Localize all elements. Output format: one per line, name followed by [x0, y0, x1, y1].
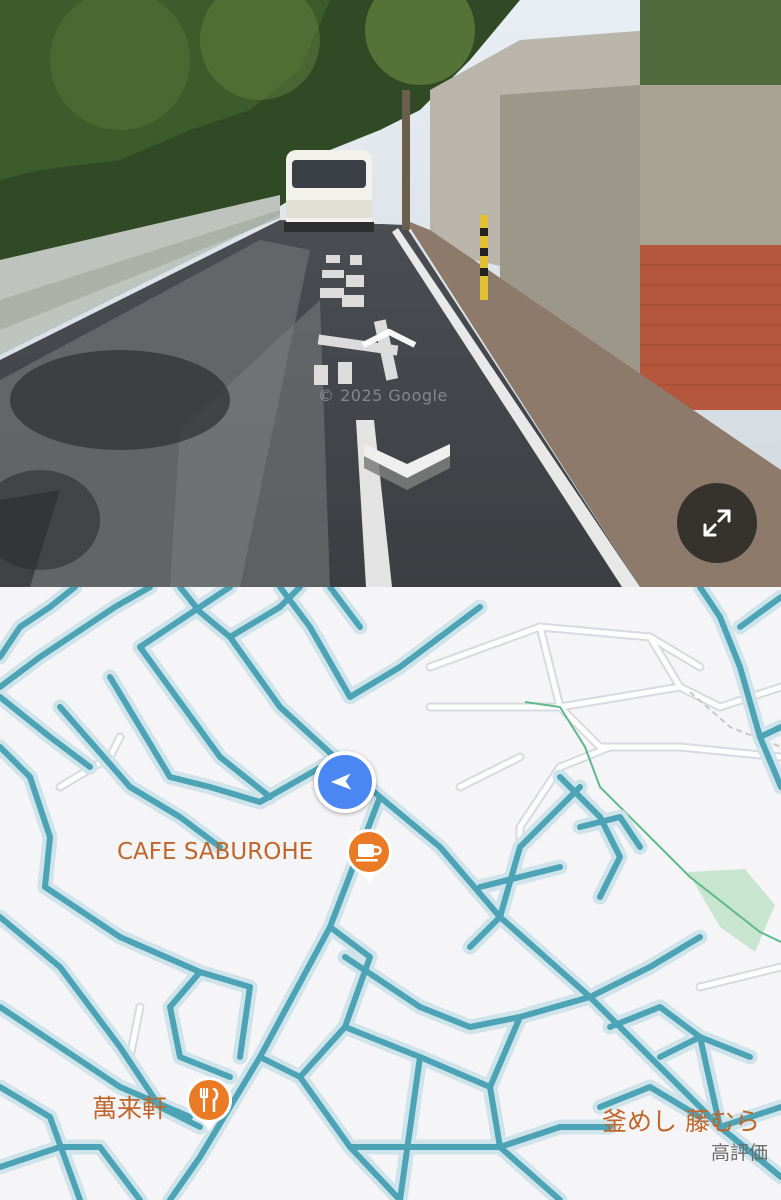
forward-arrow-icon[interactable]: [360, 326, 418, 348]
street-view-panel[interactable]: © 2025 Google: [0, 0, 781, 587]
poi-label-cafe[interactable]: CAFE SABUROHE: [117, 839, 313, 865]
poi-label-kamameshi[interactable]: 釜めし 藤むら: [602, 1102, 760, 1138]
expand-icon: [703, 509, 731, 537]
map-panel[interactable]: CAFE SABUROHE 萬来軒 釜めし 藤むら 高評価: [0, 587, 781, 1200]
current-location-marker[interactable]: [314, 751, 376, 813]
poi-pin-restaurant[interactable]: [186, 1077, 232, 1131]
poi-label-restaurant[interactable]: 萬来軒: [92, 1089, 167, 1125]
google-watermark: © 2025 Google: [318, 386, 448, 405]
cafe-icon: [356, 844, 382, 862]
poi-pin-cafe[interactable]: [346, 829, 392, 883]
expand-button[interactable]: [677, 483, 757, 563]
navigation-arrow-icon: [331, 773, 352, 790]
back-arrow-icon[interactable]: [360, 440, 454, 492]
street-view-photo[interactable]: [0, 0, 781, 587]
restaurant-icon: [199, 1088, 219, 1112]
poi-sublabel-rating: 高評価: [711, 1142, 769, 1164]
